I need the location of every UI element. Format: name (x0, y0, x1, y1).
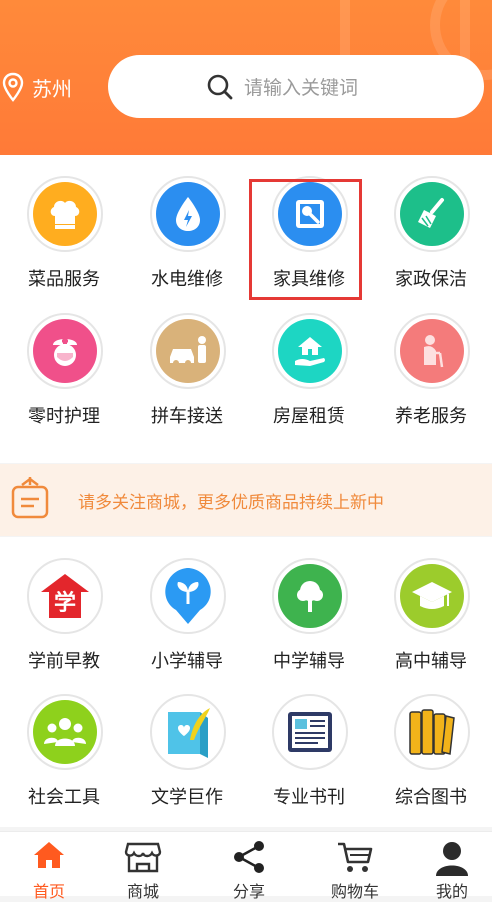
service-item-rental[interactable]: 房屋租赁 (248, 292, 370, 428)
icon-ring (150, 176, 226, 252)
service-item-dishes[interactable]: 菜品服务 (3, 155, 125, 291)
service-label: 文学巨作 (151, 787, 223, 808)
icon-ring (150, 313, 226, 389)
cart-icon (306, 840, 404, 874)
icon-ring (150, 558, 226, 634)
service-label: 小学辅导 (151, 651, 223, 672)
share-icon (200, 840, 298, 874)
tab-profile[interactable]: 我的 (412, 832, 492, 901)
search-input[interactable]: 请输入关键词 (108, 55, 484, 118)
service-label: 高中辅导 (395, 651, 467, 672)
service-item-literature[interactable]: 文学巨作 (126, 673, 248, 809)
service-item-primary-tutoring[interactable]: 小学辅导 (126, 537, 248, 673)
nurse-icon (33, 319, 97, 383)
icon-ring (27, 176, 103, 252)
svg-text:学: 学 (54, 590, 76, 616)
icon-ring (394, 694, 470, 770)
service-label: 专业书刊 (273, 787, 345, 808)
location-pin-icon (2, 72, 24, 102)
sprout-icon (156, 564, 220, 628)
announcement-board-icon (10, 475, 50, 525)
book-feather-icon (156, 700, 220, 764)
service-item-nursing[interactable]: 零时护理 (3, 292, 125, 428)
header-bar: 苏州 请输入关键词 (0, 0, 492, 155)
graduation-cap-icon (400, 564, 464, 628)
icon-ring (272, 694, 348, 770)
elderly-icon (400, 319, 464, 383)
icon-ring: 学 (27, 558, 103, 634)
bottom-tab-bar: 首页 商城 分享 购物车 我的 (0, 831, 492, 901)
icon-ring (27, 694, 103, 770)
tab-label: 分享 (232, 882, 265, 901)
service-label: 房屋租赁 (273, 406, 345, 427)
water-drop-icon (156, 182, 220, 246)
magazine-icon (278, 700, 342, 764)
icon-ring (150, 694, 226, 770)
notice-banner: 请多关注商城，更多优质商品持续上新中 (0, 464, 492, 536)
icon-ring (394, 176, 470, 252)
service-item-preschool[interactable]: 学 学前早教 (3, 537, 125, 673)
tab-home[interactable]: 首页 (0, 832, 98, 901)
people-group-icon (33, 700, 97, 764)
chef-hat-icon (33, 182, 97, 246)
service-item-social-tools[interactable]: 社会工具 (3, 673, 125, 809)
icon-ring (272, 558, 348, 634)
service-label: 综合图书 (395, 787, 467, 808)
service-label: 家政保洁 (395, 269, 467, 290)
home-icon (0, 840, 98, 870)
tab-label: 购物车 (330, 882, 379, 901)
tab-share[interactable]: 分享 (200, 832, 298, 901)
selection-highlight (249, 179, 362, 300)
icon-ring (272, 313, 348, 389)
search-placeholder: 请输入关键词 (244, 77, 359, 99)
service-item-housekeeping[interactable]: 家政保洁 (370, 155, 492, 291)
tab-label: 商城 (126, 882, 159, 901)
service-item-plumbing[interactable]: 水电维修 (126, 155, 248, 291)
service-label: 菜品服务 (28, 269, 100, 290)
user-icon (412, 840, 492, 876)
store-icon (94, 840, 192, 874)
tab-store[interactable]: 商城 (94, 832, 192, 901)
city-name: 苏州 (32, 76, 72, 101)
car-person-icon (156, 319, 220, 383)
service-item-high-school-tutoring[interactable]: 高中辅导 (370, 537, 492, 673)
service-label: 学前早教 (28, 651, 100, 672)
service-grid-top: 菜品服务 水电维修 家具维修 家政保洁 零时护理 拼车接送 房屋租赁 养老服务 (0, 155, 492, 463)
service-label: 中学辅导 (273, 651, 345, 672)
service-label: 水电维修 (151, 269, 223, 290)
tab-label: 首页 (32, 882, 65, 901)
icon-ring (394, 313, 470, 389)
broom-icon (400, 182, 464, 246)
icon-ring (27, 313, 103, 389)
service-label: 零时护理 (28, 406, 100, 427)
tab-cart[interactable]: 购物车 (306, 832, 404, 901)
service-item-general-books[interactable]: 综合图书 (370, 673, 492, 809)
notice-text: 请多关注商城，更多优质商品持续上新中 (78, 492, 384, 513)
tab-label: 我的 (435, 882, 468, 901)
service-item-elderly-care[interactable]: 养老服务 (370, 292, 492, 428)
service-label: 社会工具 (28, 787, 100, 808)
books-icon (400, 700, 464, 764)
city-selector[interactable]: 苏州 (0, 70, 72, 104)
icon-ring (394, 558, 470, 634)
service-label: 养老服务 (395, 406, 467, 427)
service-item-professional-journals[interactable]: 专业书刊 (248, 673, 370, 809)
search-icon (206, 73, 234, 101)
tree-icon (278, 564, 342, 628)
service-item-carpool[interactable]: 拼车接送 (126, 292, 248, 428)
house-hand-icon (278, 319, 342, 383)
service-item-middle-school-tutoring[interactable]: 中学辅导 (248, 537, 370, 673)
xue-badge-icon: 学 (33, 564, 97, 628)
service-label: 拼车接送 (151, 406, 223, 427)
service-grid-bottom: 学 学前早教 小学辅导 中学辅导 高中辅导 社会工具 文学巨作 专业书刊 综合图… (0, 537, 492, 827)
